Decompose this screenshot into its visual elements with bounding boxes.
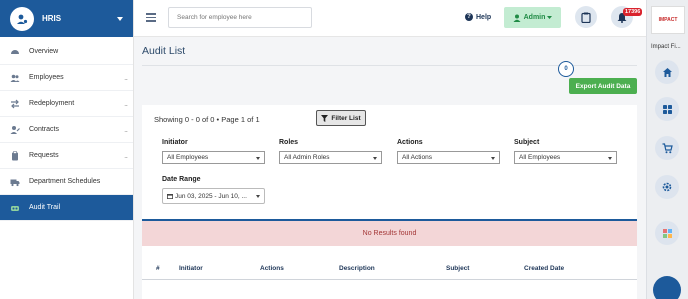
calendar-icon — [167, 194, 173, 199]
brand-header[interactable]: HRIS — [0, 0, 133, 37]
filter-list-button[interactable]: Filter List — [316, 110, 366, 126]
audit-list-card: Showing 0 - 0 of 0 • Page 1 of 1 Filter … — [142, 105, 637, 299]
result-counter-badge: 0 — [558, 61, 574, 77]
brand-title: HRIS — [42, 14, 62, 23]
sidebar-item-overview[interactable]: Overview — [0, 39, 133, 65]
subject-select[interactable]: All Employees — [514, 151, 617, 164]
column-header-initiator[interactable]: Initiator — [179, 265, 203, 272]
filter-list-label: Filter List — [331, 114, 361, 122]
home-icon — [662, 67, 672, 77]
date-range-picker[interactable]: Jun 03, 2025 - Jun 10, ... — [162, 188, 265, 204]
filter-icon — [321, 114, 329, 122]
trail-icon — [10, 203, 20, 213]
modules-button[interactable] — [655, 221, 679, 245]
sidebar-item-label: Redeployment — [29, 100, 75, 107]
chevron-down-icon — [256, 157, 260, 160]
grid-icon — [662, 104, 672, 114]
sidebar-item-department-schedules[interactable]: Department Schedules — [0, 169, 133, 195]
chevron-down-icon — [373, 157, 377, 160]
export-audit-data-button[interactable]: Export Audit Data — [569, 78, 637, 94]
gear-icon — [662, 182, 672, 192]
user-edit-icon — [10, 125, 20, 135]
sidebar-item-label: Department Schedules — [29, 178, 101, 185]
menu-icon[interactable] — [146, 13, 156, 22]
sidebar-item-employees[interactable]: Employees ... — [0, 65, 133, 91]
sidebar-item-label: Contracts — [29, 126, 59, 133]
user-icon — [513, 14, 521, 22]
more-icon[interactable]: ... — [124, 101, 128, 108]
sidebar-item-label: Employees — [29, 74, 64, 81]
roles-label: Roles — [279, 139, 299, 146]
users-icon — [10, 73, 20, 83]
cart-button[interactable] — [655, 136, 679, 160]
page-title: Audit List — [142, 45, 186, 57]
column-header-created-date[interactable]: Created Date — [524, 265, 564, 272]
apps-button[interactable] — [655, 97, 679, 121]
admin-label: Admin — [523, 14, 546, 21]
modules-icon — [662, 228, 672, 238]
column-header-subject[interactable]: Subject — [446, 265, 469, 272]
chevron-down-icon[interactable] — [117, 16, 123, 21]
initiator-label: Initiator — [162, 139, 188, 146]
pagination-summary: Showing 0 - 0 of 0 • Page 1 of 1 — [154, 115, 260, 124]
roles-value: All Admin Roles — [284, 154, 330, 161]
sidebar: HRIS Overview Employees ... Redeployment… — [0, 0, 134, 299]
sidebar-item-label: Audit Trail — [29, 204, 61, 211]
subject-label: Subject — [514, 139, 540, 146]
initiator-select[interactable]: All Employees — [162, 151, 265, 164]
sidebar-item-audit-trail[interactable]: Audit Trail — [0, 195, 133, 221]
actions-value: All Actions — [402, 154, 432, 161]
swap-icon — [10, 99, 20, 109]
sidebar-item-redeployment[interactable]: Redeployment ... — [0, 91, 133, 117]
company-logo-text: IMPACT — [658, 17, 678, 23]
table-header-divider — [142, 279, 637, 280]
column-header-number[interactable]: # — [156, 265, 160, 272]
date-range-value: Jun 03, 2025 - Jun 10, ... — [175, 192, 247, 200]
question-icon: ? — [465, 13, 473, 21]
roles-select[interactable]: All Admin Roles — [279, 151, 382, 164]
cart-icon — [662, 142, 673, 153]
more-icon[interactable]: ... — [124, 127, 128, 134]
more-icon[interactable]: ... — [124, 75, 128, 82]
home-button[interactable] — [655, 60, 679, 84]
search-input[interactable] — [168, 7, 312, 28]
chevron-down-icon — [608, 157, 612, 160]
truck-icon — [10, 177, 20, 187]
more-icon[interactable]: ... — [124, 153, 128, 160]
clipboard-button[interactable] — [575, 6, 597, 28]
user-settings-icon — [10, 6, 34, 31]
date-range-label: Date Range — [162, 176, 201, 183]
actions-label: Actions — [397, 139, 423, 146]
top-bar: ? Help Admin 17396 — [134, 0, 646, 37]
notification-badge: 17396 — [623, 8, 643, 16]
clipboard-icon — [10, 150, 20, 161]
chevron-down-icon — [491, 157, 495, 160]
no-results-message: No Results found — [142, 219, 637, 246]
subject-value: All Employees — [519, 154, 561, 161]
sidebar-nav: Overview Employees ... Redeployment ... … — [0, 39, 133, 221]
chat-button[interactable] — [653, 276, 681, 299]
actions-select[interactable]: All Actions — [397, 151, 500, 164]
clipboard-icon — [581, 12, 591, 23]
help-link[interactable]: ? Help — [465, 13, 491, 21]
right-rail: IMPACT Impact Fi... — [646, 0, 688, 299]
sidebar-item-contracts[interactable]: Contracts ... — [0, 117, 133, 143]
admin-dropdown-button[interactable]: Admin — [504, 7, 561, 28]
initiator-value: All Employees — [167, 154, 209, 161]
column-header-actions[interactable]: Actions — [260, 265, 284, 272]
chevron-down-icon — [547, 15, 553, 19]
company-label: Impact Fi... — [651, 44, 681, 50]
column-header-description[interactable]: Description — [339, 265, 375, 272]
chevron-down-icon — [256, 195, 260, 198]
sidebar-item-label: Requests — [29, 152, 59, 159]
help-label: Help — [476, 13, 492, 21]
company-logo[interactable]: IMPACT — [651, 6, 685, 34]
main-content: Audit List 0 Export Audit Data Showing 0… — [134, 37, 646, 299]
dashboard-icon — [10, 47, 20, 57]
sidebar-item-label: Overview — [29, 48, 59, 55]
settings-button[interactable] — [655, 175, 679, 199]
sidebar-item-requests[interactable]: Requests ... — [0, 143, 133, 169]
